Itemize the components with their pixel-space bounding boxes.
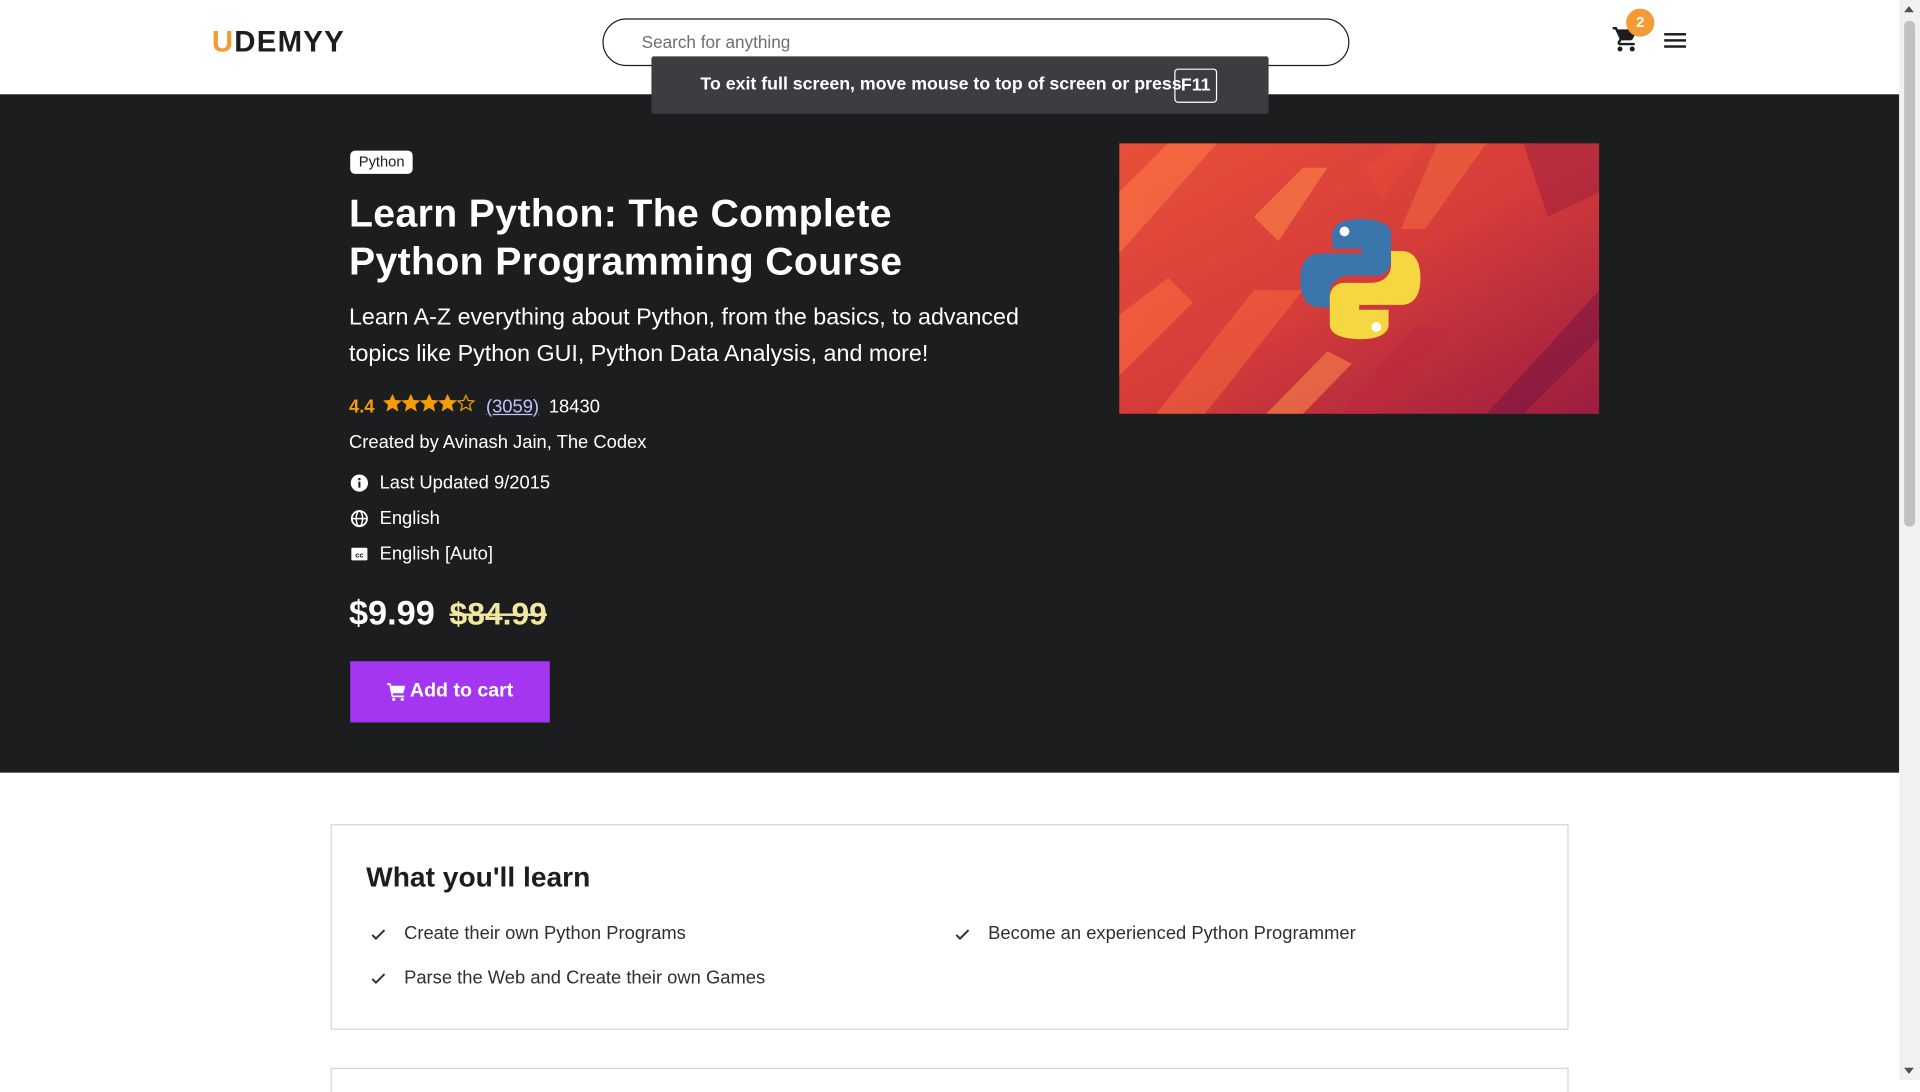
original-price: $84.99 [449,595,547,632]
last-updated-text: Last Updated 9/2015 [379,472,551,494]
closed-captions-icon: cc [351,547,368,561]
logo-accent-letter: U [211,25,235,59]
learn-item-text: Create their own Python Programs [404,923,686,945]
rating-row: 4.4 (3059) 18430 [348,393,600,418]
add-to-cart-button[interactable]: Add to cart [350,661,550,723]
course-hero: Python Learn Python: The Complete Python… [0,94,1900,773]
cart-icon [386,683,406,702]
scroll-down-arrow-icon[interactable] [1904,1067,1914,1074]
course-title: Learn Python: The Complete Python Progra… [348,191,903,283]
checkmark-icon [955,928,970,940]
price-row: $9.99 $84.99 [349,594,547,633]
scroll-up-arrow-icon[interactable] [1904,6,1914,13]
learn-item-text: Become an experienced Python Programmer [988,923,1356,945]
students-count: 18430 [548,396,600,417]
last-updated-row: Last Updated 9/2015 [350,472,551,494]
course-thumbnail-image[interactable] [1119,143,1600,414]
current-price: $9.99 [348,593,435,632]
checkmark-icon [371,928,386,940]
learn-item-text: Parse the Web and Create their own Games [404,967,766,989]
captions-text: English [Auto] [379,543,493,565]
fullscreen-notice-message: To exit full screen, move mouse to top o… [700,74,1182,95]
info-icon [350,474,369,492]
author-links[interactable]: Avinash Jain, The Codex [443,432,647,453]
checkmark-icon [371,972,386,984]
star-rating-icon [382,393,476,412]
page: UDEMYY 2 Python Learn Python: The Comple… [0,0,1920,1092]
hamburger-menu-icon[interactable] [1664,32,1687,49]
language-row: English [350,508,440,529]
learn-item: Become an experienced Python Programmer [954,923,1356,944]
star-icon [419,393,439,412]
svg-text:cc: cc [355,551,363,560]
rating-count-link[interactable]: (3059) [486,396,539,417]
star-icon [382,393,402,412]
what-youll-learn-section: What you'll learn Create their own Pytho… [330,824,1569,1030]
learn-item: Parse the Web and Create their own Games [370,967,765,988]
f11-key-badge: F11 [1174,68,1218,103]
created-by-label: Created by [348,432,439,454]
fullscreen-exit-notice: To exit full screen, move mouse to top o… [651,56,1269,114]
learn-item: Create their own Python Programs [370,923,686,944]
globe-icon [350,510,368,528]
created-by: Created by Avinash Jain, The Codex [349,432,646,453]
page-scrollbar[interactable] [1899,0,1920,1081]
search-input[interactable] [641,31,1303,52]
course-subtitle: Learn A-Z everything about Python, from … [348,304,1019,368]
star-icon [456,393,476,412]
category-tag[interactable]: Python [350,150,414,174]
learn-section-title: What you'll learn [366,860,591,893]
star-icon [437,393,457,412]
rating-stars [382,393,476,418]
rating-value: 4.4 [348,396,375,417]
captions-row: cc English [Auto] [350,543,493,565]
star-icon [401,393,421,412]
cart-count-badge: 2 [1626,8,1655,37]
scrollbar-thumb[interactable] [1904,20,1916,527]
language-text: English [379,508,440,529]
site-logo[interactable]: UDEMYY [212,26,345,60]
logo-text: DEMYY [234,25,345,59]
add-to-cart-label: Add to cart [409,680,514,702]
